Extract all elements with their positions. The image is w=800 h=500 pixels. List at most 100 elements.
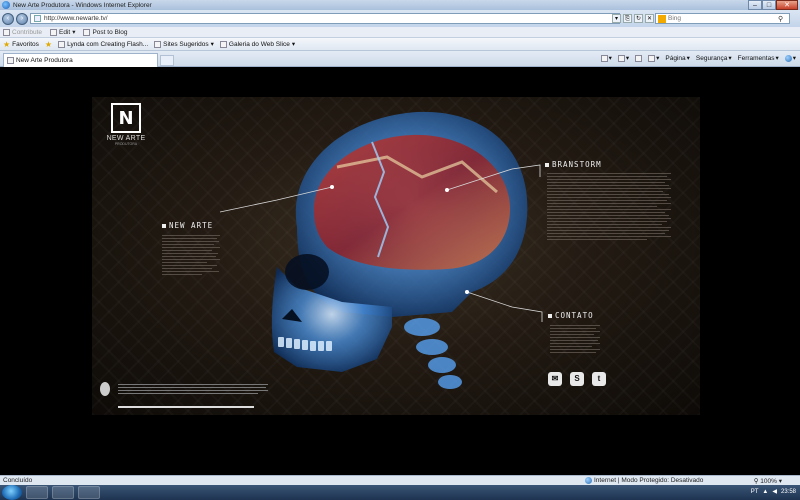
tab-favicon-icon <box>7 57 14 64</box>
dropdown-icon[interactable]: ▾ <box>612 14 621 23</box>
help-icon <box>784 54 792 62</box>
favorites-button[interactable]: ★ Favoritos <box>3 40 39 49</box>
taskbar-explorer-button[interactable] <box>52 486 74 499</box>
tab-new-arte[interactable]: New Arte Produtora <box>3 53 158 67</box>
toolbar-right: ▾ ▾ ▾ Página ▾ Segurança ▾ Ferramentas ▾ ▾ <box>600 54 796 63</box>
brainstorm-text-block <box>547 173 673 242</box>
favorites-star-icon: ★ <box>3 39 11 49</box>
zoom-level[interactable]: ⚲ 100% ▾ <box>754 477 782 485</box>
help-button[interactable]: ▾ <box>784 54 796 62</box>
network-icon[interactable]: ▲ <box>762 489 768 495</box>
refresh-icon[interactable]: ↻ <box>634 14 643 23</box>
favorite-link-lynda[interactable]: Lynda com Creating Flash... <box>58 40 149 48</box>
ie-logo-icon <box>2 1 10 9</box>
favorites-bar: ★ Favoritos ★ Lynda com Creating Flash..… <box>0 38 800 51</box>
forward-button[interactable]: › <box>16 12 28 25</box>
status-text: Concluído <box>3 477 33 484</box>
search-icon[interactable]: ⚲ <box>778 15 783 23</box>
link-icon <box>58 40 66 48</box>
post-to-blog-button[interactable]: Post to Blog <box>83 28 128 36</box>
new-tab-button[interactable] <box>160 55 174 66</box>
spine <box>404 318 462 389</box>
security-menu[interactable]: Segurança ▾ <box>695 54 732 63</box>
link-icon <box>219 40 227 48</box>
url-actions: ▾ ⎘ ↻ ✕ <box>612 14 654 23</box>
internet-zone-icon <box>585 477 592 484</box>
language-indicator[interactable]: PT <box>751 489 759 495</box>
favorite-link-suggested-sites[interactable]: Sites Sugeridos ▾ <box>154 40 214 48</box>
home-icon <box>600 54 608 62</box>
command-bar: Contribute Edit ▾ Post to Blog <box>0 27 800 38</box>
bullet-icon <box>548 313 552 318</box>
rss-icon <box>617 54 625 62</box>
contribute-label: Contribute <box>12 28 42 36</box>
edit-button[interactable]: Edit ▾ <box>50 28 75 36</box>
add-favorite-button[interactable]: ★ <box>45 40 52 49</box>
feeds-button[interactable]: ▾ <box>617 54 629 62</box>
mail-icon <box>635 54 643 62</box>
skype-icon[interactable]: S <box>570 372 584 386</box>
email-icon[interactable]: ✉ <box>548 372 562 386</box>
taskbar-ie-button[interactable] <box>26 486 48 499</box>
title-bar: New Arte Produtora - Windows Internet Ex… <box>0 0 800 10</box>
link-icon <box>154 40 162 48</box>
twitter-icon[interactable]: t <box>592 372 606 386</box>
favorite-link-label: Lynda com Creating Flash... <box>67 40 149 48</box>
zoom-value: 100% <box>760 478 777 485</box>
maximize-button[interactable]: □ <box>762 0 776 10</box>
tools-menu[interactable]: Ferramentas ▾ <box>737 54 779 63</box>
start-button[interactable] <box>2 485 22 500</box>
address-bar: ‹ › ▾ ⎘ ↻ ✕ ⚲ <box>0 10 800 27</box>
footer-text-block <box>118 384 268 396</box>
tools-menu-label: Ferramentas <box>737 54 775 62</box>
page-icon <box>34 15 41 22</box>
clock[interactable]: 23:58 <box>781 489 796 495</box>
stop-icon[interactable]: ✕ <box>645 14 654 23</box>
contato-text-block <box>550 325 602 355</box>
edit-icon <box>50 28 57 36</box>
status-bar: Concluído Internet | Modo Protegido: Des… <box>0 475 800 485</box>
add-favorite-icon: ★ <box>44 39 53 49</box>
favorite-link-label: Sites Sugeridos <box>163 40 209 48</box>
nav-brainstorm[interactable]: BRANSTORM <box>545 160 602 169</box>
security-menu-label: Segurança <box>695 54 728 62</box>
compatibility-icon[interactable]: ⎘ <box>623 14 632 23</box>
callout-dot <box>445 188 449 192</box>
favorite-link-label: Galeria do Web Slice <box>228 40 290 48</box>
nav-contato[interactable]: CONTATO <box>548 311 594 320</box>
search-input[interactable] <box>668 15 778 22</box>
edit-label: Edit <box>59 28 71 36</box>
blog-icon <box>83 28 91 36</box>
window-controls: – □ ✕ <box>748 0 798 10</box>
url-input[interactable] <box>44 15 584 22</box>
minimize-button[interactable]: – <box>748 0 762 10</box>
close-button[interactable]: ✕ <box>776 0 798 10</box>
nav-new-arte-label: NEW ARTE <box>169 221 214 230</box>
footer-logo-icon <box>100 382 110 396</box>
page-menu[interactable]: Página ▾ <box>665 54 690 63</box>
callout-dot <box>465 290 469 294</box>
system-tray: PT ▲ ◀ 23:58 <box>751 488 796 496</box>
contribute-button[interactable]: Contribute <box>3 28 42 36</box>
taskbar: PT ▲ ◀ 23:58 <box>0 485 800 500</box>
callout-dot <box>330 185 334 189</box>
favorites-label: Favoritos <box>12 40 39 48</box>
mail-button[interactable] <box>635 54 643 62</box>
tab-label: New Arte Produtora <box>16 57 73 64</box>
favorite-link-web-slice[interactable]: Galeria do Web Slice ▾ <box>219 40 295 48</box>
eye-socket <box>285 254 329 290</box>
print-button[interactable]: ▾ <box>648 54 659 62</box>
social-links: ✉ S t <box>548 372 606 386</box>
home-button[interactable]: ▾ <box>600 54 612 62</box>
taskbar-app-button[interactable] <box>78 486 100 499</box>
volume-icon[interactable]: ◀ <box>772 488 777 495</box>
nav-new-arte[interactable]: NEW ARTE <box>162 221 213 230</box>
back-button[interactable]: ‹ <box>2 12 14 25</box>
window-title: New Arte Produtora - Windows Internet Ex… <box>13 1 152 9</box>
tab-bar: New Arte Produtora ▾ ▾ ▾ Página ▾ Seguran… <box>0 51 800 67</box>
security-zone[interactable]: Internet | Modo Protegido: Desativado <box>585 477 703 484</box>
bullet-icon <box>545 162 549 167</box>
page-viewport: N NEW ARTE PRODUTORA NEW ARTE BRANSTORM … <box>0 67 800 475</box>
footer-divider <box>118 406 254 408</box>
nav-contato-label: CONTATO <box>555 311 594 320</box>
